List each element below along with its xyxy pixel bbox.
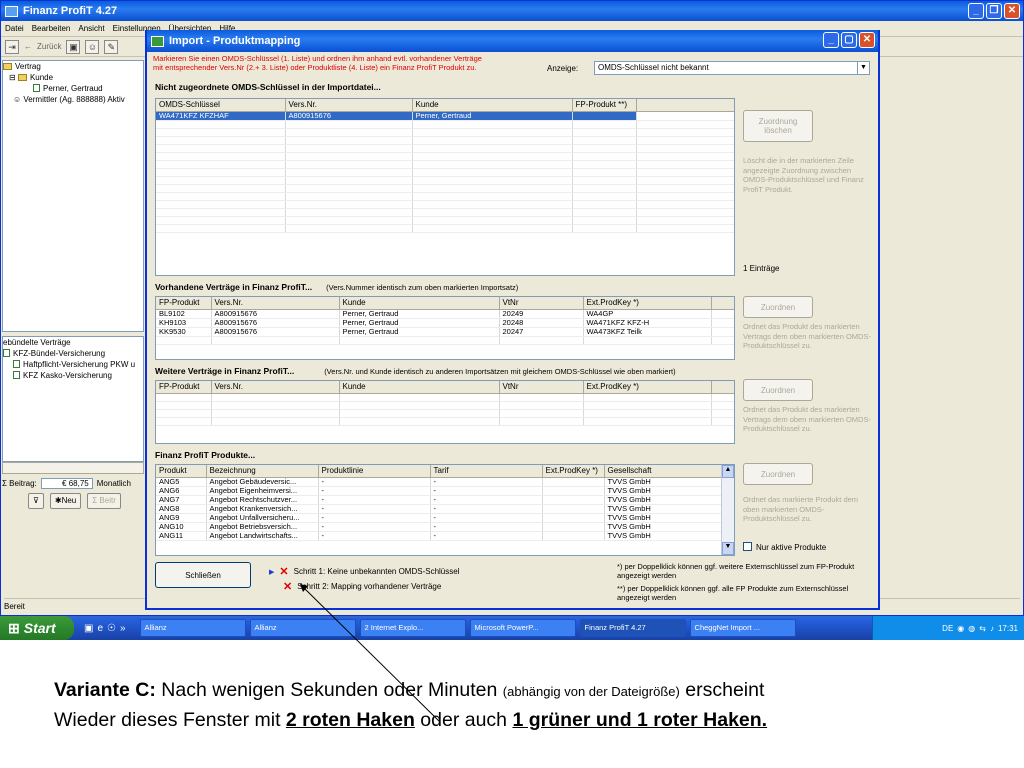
caption-text: oder auch xyxy=(414,709,513,731)
annotation-arrow xyxy=(300,584,441,723)
caption-variant: Variante C: xyxy=(54,679,156,701)
caption-emphasis: 2 roten Haken xyxy=(285,709,415,731)
caption-line1: Variante C: Nach wenigen Sekunden oder M… xyxy=(54,676,1014,706)
caption-emphasis: 1 grüner und 1 roter Haken. xyxy=(512,709,768,731)
caption-text: Nach wenigen Sekunden oder Minuten xyxy=(155,679,503,701)
caption-text: Wieder dieses Fenster mit xyxy=(54,709,286,731)
caption-text: erscheint xyxy=(679,679,765,701)
caption-line2: Wieder dieses Fenster mit 2 roten Haken … xyxy=(54,706,1014,735)
slide-caption: Variante C: Nach wenigen Sekunden oder M… xyxy=(54,676,1014,735)
caption-small: (abhängig von der Dateigröße) xyxy=(502,684,680,699)
